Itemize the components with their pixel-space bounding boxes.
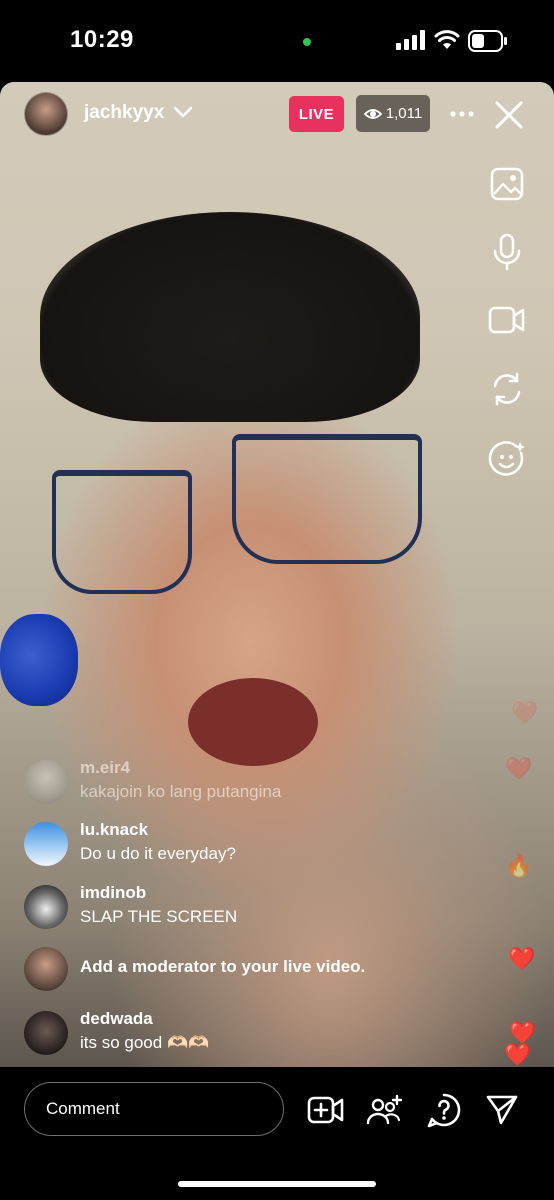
eye-icon xyxy=(363,108,382,119)
fire-reaction: 🔥 xyxy=(505,853,533,878)
commenter-avatar[interactable] xyxy=(24,885,68,929)
add-video-button[interactable] xyxy=(306,1090,346,1130)
chevron-down-icon[interactable] xyxy=(173,104,193,120)
status-bar: 10:29 xyxy=(0,0,554,82)
comment-username[interactable]: dedwada xyxy=(80,1009,153,1029)
face-effects-button[interactable] xyxy=(486,438,528,480)
heart-reaction: ❤️ xyxy=(505,756,533,781)
host-avatar xyxy=(24,947,68,991)
face-effects-icon xyxy=(488,441,525,476)
image-icon xyxy=(490,167,524,201)
microphone-button[interactable] xyxy=(486,231,528,273)
home-indicator[interactable] xyxy=(178,1181,376,1187)
comment-text: SLAP THE SCREEN xyxy=(80,907,238,926)
wall-flower-decal xyxy=(0,614,78,706)
add-video-icon xyxy=(307,1096,344,1124)
heart-reaction: ❤️ xyxy=(509,1020,537,1045)
question-icon xyxy=(427,1093,461,1128)
live-badge: LIVE xyxy=(289,96,344,132)
commenter-avatar[interactable] xyxy=(24,760,68,804)
host-username[interactable]: jachkyyx xyxy=(84,102,164,124)
more-options-button[interactable] xyxy=(446,98,478,130)
comment-username[interactable]: lu.knack xyxy=(80,820,148,840)
comment-item[interactable]: lu.knack Do u do it everyday? xyxy=(24,820,494,868)
video-subject-glasses-left xyxy=(52,470,192,594)
more-dots-icon xyxy=(450,111,474,117)
commenter-avatar[interactable] xyxy=(24,822,68,866)
flip-camera-button[interactable] xyxy=(486,368,528,410)
host-avatar[interactable] xyxy=(24,92,68,136)
video-subject-glasses-right xyxy=(232,434,422,564)
battery-icon xyxy=(468,30,507,52)
questions-button[interactable] xyxy=(424,1090,464,1130)
flip-camera-icon xyxy=(493,372,521,406)
comment-text: Do u do it everyday? xyxy=(80,844,236,863)
comment-item[interactable]: m.eir4 kakajoin ko lang putangina xyxy=(24,758,494,806)
invite-guest-button[interactable] xyxy=(365,1090,405,1130)
video-subject-mouth xyxy=(188,678,318,766)
heart-reaction: ❤️ xyxy=(508,946,536,971)
wifi-icon xyxy=(434,30,460,49)
system-notice[interactable]: Add a moderator to your live video. xyxy=(24,945,494,993)
add-moderator-notice[interactable]: Add a moderator to your live video. xyxy=(80,957,365,977)
comment-placeholder: Comment xyxy=(46,1099,120,1118)
comment-username[interactable]: m.eir4 xyxy=(80,758,130,778)
comment-text: its so good 🫶🏻🫶🏻 xyxy=(80,1033,210,1052)
share-button[interactable] xyxy=(482,1090,522,1130)
video-subject-hair xyxy=(40,212,420,422)
comment-username[interactable]: imdinob xyxy=(80,883,146,903)
commenter-avatar[interactable] xyxy=(24,1011,68,1055)
video-camera-icon xyxy=(488,306,525,334)
recording-indicator-dot xyxy=(303,38,311,46)
add-guest-icon xyxy=(366,1094,403,1125)
heart-reaction: ❤️ xyxy=(511,700,539,725)
comment-input[interactable]: Comment xyxy=(24,1082,284,1136)
viewer-count-badge[interactable]: 1,011 xyxy=(356,95,430,132)
heart-reaction: ❤️ xyxy=(504,1042,532,1067)
comment-text: kakajoin ko lang putangina xyxy=(80,782,282,801)
viewer-count: 1,011 xyxy=(385,105,423,122)
comment-item[interactable]: dedwada its so good 🫶🏻🫶🏻 xyxy=(24,1009,494,1057)
close-icon[interactable] xyxy=(491,97,527,133)
microphone-icon xyxy=(493,233,521,271)
send-icon xyxy=(486,1095,518,1125)
comment-item[interactable]: imdinob SLAP THE SCREEN xyxy=(24,883,494,931)
camera-toggle-button[interactable] xyxy=(486,299,528,341)
status-time: 10:29 xyxy=(70,26,134,53)
share-image-button[interactable] xyxy=(486,163,528,205)
signal-icon xyxy=(396,30,425,50)
